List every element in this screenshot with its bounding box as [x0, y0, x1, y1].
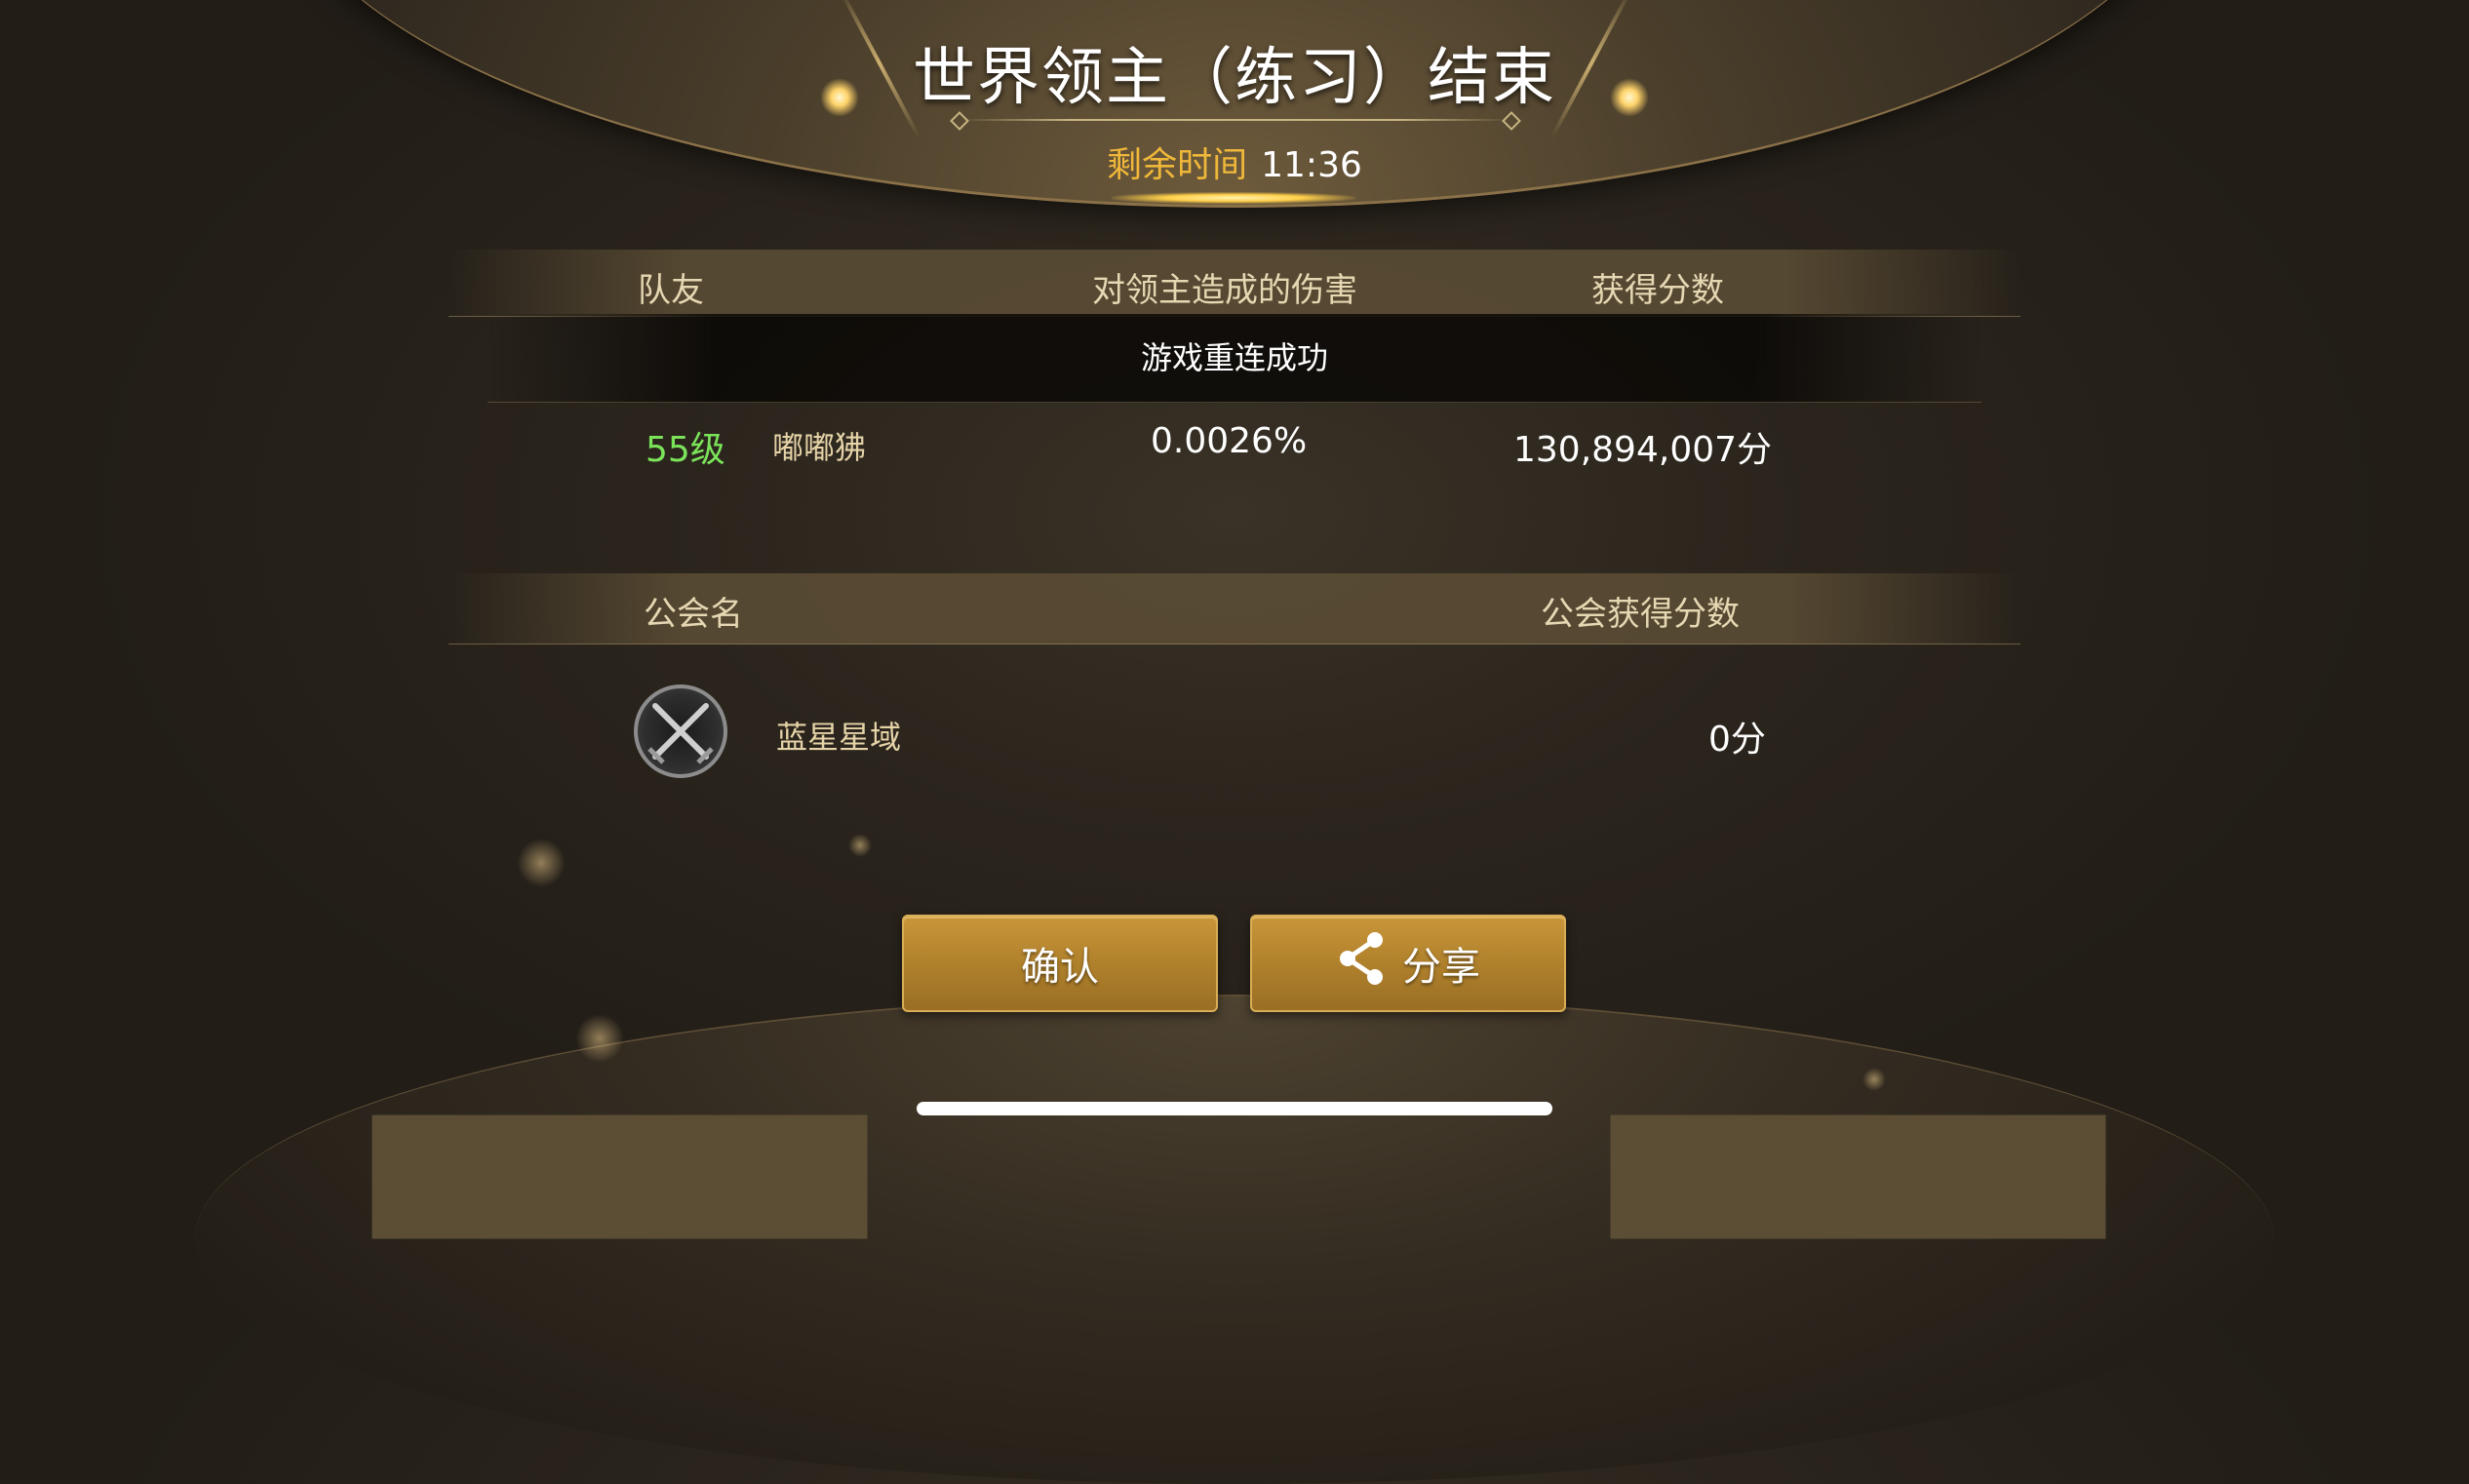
crossed-swords-icon: [634, 684, 727, 778]
player-level: 55级: [646, 430, 725, 470]
page-title: 世界领主（练习）结束: [913, 42, 1556, 114]
footer-arc: [195, 995, 2274, 1484]
bg-sparkle: [517, 839, 566, 887]
player-score: 130,894,007分: [1513, 430, 1773, 470]
bg-sparkle: [575, 1014, 624, 1063]
confirm-button-label: 确认: [1021, 945, 1099, 990]
bg-sparkle: [1862, 1068, 1886, 1091]
confirm-button[interactable]: 确认: [902, 915, 1218, 1012]
title-divider: [960, 119, 1509, 121]
reconnect-toast: 游戏重连成功: [488, 314, 1981, 403]
remaining-time-value: 11:36: [1261, 145, 1362, 185]
guild-score: 0分: [1708, 720, 1766, 760]
share-button-label: 分享: [1402, 945, 1480, 990]
remaining-time-label: 剩余时间: [1107, 145, 1248, 185]
header-guild-score: 公会获得分数: [1541, 595, 1740, 634]
guild-table-header: 公会名 公会获得分数: [449, 573, 2020, 644]
home-indicator[interactable]: [917, 1102, 1552, 1115]
guild-name: 蓝星星域: [776, 719, 902, 756]
header-score: 获得分数: [1591, 271, 1724, 310]
header-teammate: 队友: [638, 271, 704, 310]
share-button[interactable]: 分享: [1250, 915, 1566, 1012]
player-name: 嘟嘟狒: [772, 429, 867, 466]
share-icon: [1336, 930, 1387, 996]
bg-sparkle: [848, 834, 872, 857]
remaining-time: 剩余时间 11:36: [0, 137, 2469, 187]
team-table-header: 队友 对领主造成的伤害 获得分数: [449, 250, 2020, 317]
title-glow: [1112, 192, 1355, 204]
header-guild-name: 公会名: [644, 595, 743, 634]
header-damage: 对领主造成的伤害: [1092, 271, 1357, 310]
player-damage: 0.0026%: [1151, 421, 1308, 461]
